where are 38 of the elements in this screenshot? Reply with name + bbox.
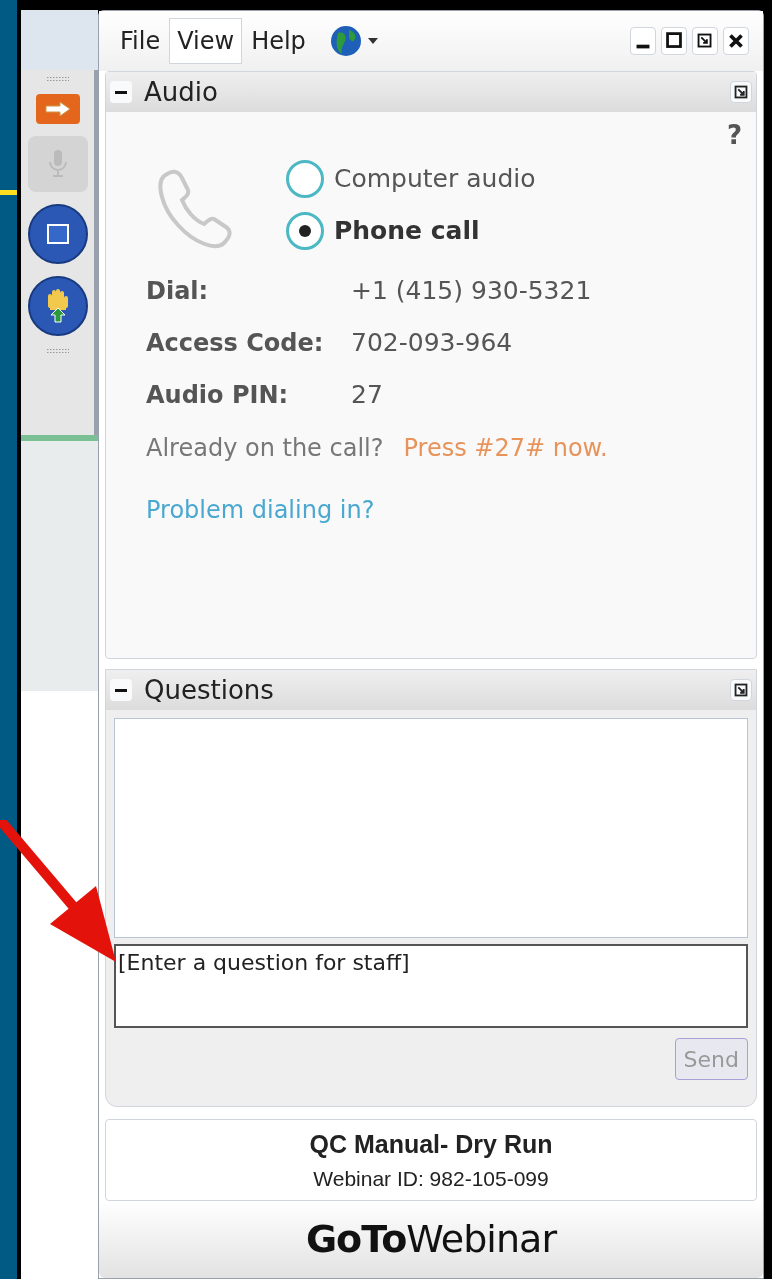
window-icon — [45, 223, 70, 245]
menu-item[interactable]: Help — [244, 18, 313, 64]
radio-button[interactable] — [286, 160, 324, 198]
close-icon[interactable] — [723, 27, 749, 55]
microphone-icon — [46, 148, 69, 180]
detail-value: 702-093-964 — [351, 327, 513, 360]
detail-label: Access Code: — [146, 328, 325, 359]
collapse-icon[interactable] — [110, 679, 132, 701]
radio-label: Phone call — [334, 215, 480, 248]
panel-title: Audio — [144, 75, 218, 109]
call-prompt: Already on the call? — [146, 433, 384, 464]
webinar-id: Webinar ID: 982-105-099 — [313, 1166, 549, 1192]
collapse-icon[interactable] — [110, 81, 132, 103]
detail-label: Dial: — [146, 276, 210, 307]
pop-out-icon[interactable] — [730, 679, 752, 701]
help-icon[interactable]: ? — [726, 122, 742, 148]
pop-out-icon[interactable] — [730, 81, 752, 103]
minimize-icon[interactable] — [630, 27, 656, 55]
caret-icon[interactable] — [366, 36, 379, 46]
arrow-button[interactable] — [35, 94, 80, 124]
detail-label: Audio PIN: — [146, 380, 290, 411]
grip-icon[interactable] — [45, 76, 70, 82]
question-input-field[interactable]: [Enter a question for staff] — [114, 944, 748, 1028]
arrow-icon — [43, 101, 72, 117]
restore-icon[interactable] — [692, 27, 718, 55]
maximize-icon[interactable] — [661, 27, 687, 55]
detail-value: 27 — [351, 379, 383, 412]
radio-button[interactable] — [286, 212, 324, 250]
detail-value: +1 (415) 930-5321 — [351, 275, 592, 308]
webinar-title: QC Manual- Dry Run — [309, 1128, 553, 1160]
menu-item[interactable]: View — [169, 18, 243, 64]
panel-title: Questions — [144, 673, 274, 707]
globe-icon[interactable] — [328, 24, 363, 58]
logo: GoToWebinar — [305, 1216, 557, 1263]
radio-label: Computer audio — [334, 163, 536, 196]
press-code-hint: Press #27# now. — [403, 433, 608, 464]
grip-icon[interactable] — [45, 348, 70, 354]
menu-item[interactable]: File — [113, 18, 168, 64]
